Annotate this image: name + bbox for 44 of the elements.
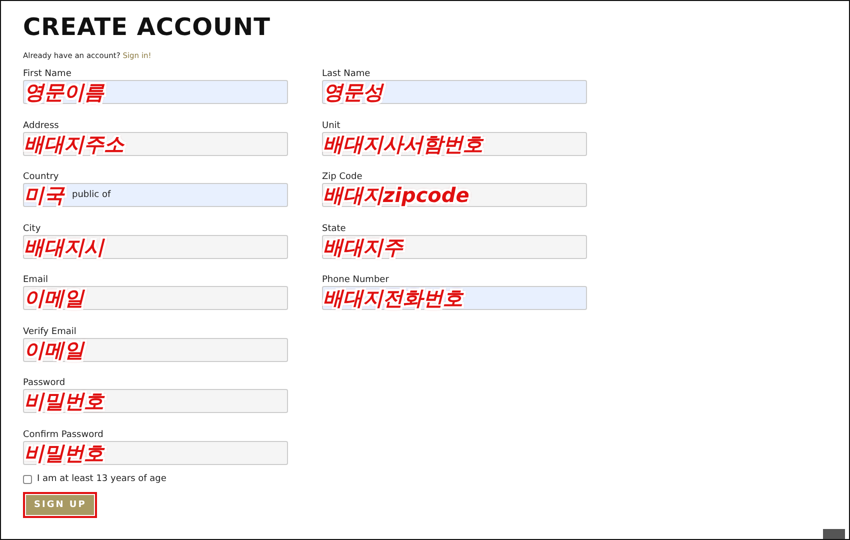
field-label: Address	[23, 120, 60, 132]
input-field[interactable]: 이메일	[23, 338, 288, 362]
input-field[interactable]: 배대지주	[322, 234, 587, 258]
input-field[interactable]: 영문성	[322, 80, 587, 104]
annotation-text: 비밀번호	[24, 440, 104, 466]
input-field[interactable]: 비밀번호	[23, 440, 288, 464]
annotation-text: 배대지사서함번호	[323, 130, 483, 158]
input-field[interactable]: 배대지시	[23, 234, 288, 258]
annotation-text: 배대지전화번호	[323, 285, 463, 312]
field-value: public of	[71, 190, 111, 200]
annotation-text: 배대지시	[24, 234, 104, 260]
field-label: Email	[23, 275, 49, 286]
field-label: Unit	[322, 120, 342, 132]
input-field[interactable]: 영문이름	[23, 80, 288, 104]
field-label: City	[23, 224, 42, 234]
field-label: Phone Number	[322, 275, 390, 286]
annotation-text: 배대지주소	[24, 130, 124, 158]
annotation-text: 배대지주	[323, 234, 403, 260]
field-label: Password	[23, 378, 66, 389]
signup-button[interactable]: SIGN UP	[23, 492, 98, 518]
annotation-text: 비밀번호	[24, 388, 104, 415]
field-label: Verify Email	[23, 326, 78, 338]
annotation-text: 영문이름	[24, 79, 104, 106]
field-label: Zip Code	[322, 172, 364, 183]
input-field[interactable]: 미국 public of	[23, 183, 288, 207]
annotation-text: 배대지zipcode	[323, 182, 470, 209]
checkbox-label: I am at least 13 years of age	[37, 474, 166, 484]
field-label: Confirm Password	[23, 430, 104, 440]
annotation-text: 미국	[24, 182, 64, 209]
annotation-text: 이메일	[24, 336, 84, 364]
checkbox[interactable]	[23, 474, 32, 484]
field-label: State	[322, 224, 347, 234]
field-label: Country	[23, 172, 60, 183]
field-label: Last Name	[322, 69, 372, 80]
input-field[interactable]: 배대지사서함번호	[322, 132, 587, 156]
annotation-text: 이메일	[24, 285, 84, 312]
annotation-text: 영문성	[323, 79, 383, 106]
input-field[interactable]: 배대지zipcode	[322, 183, 587, 207]
field-label: First Name	[23, 69, 72, 80]
input-field[interactable]: 비밀번호	[23, 389, 288, 413]
input-field[interactable]: 이메일	[23, 286, 288, 310]
input-field[interactable]: 배대지주소	[23, 132, 288, 156]
input-field[interactable]: 배대지전화번호	[322, 286, 587, 310]
page-title: CREATE ACCOUNT	[23, 13, 272, 41]
